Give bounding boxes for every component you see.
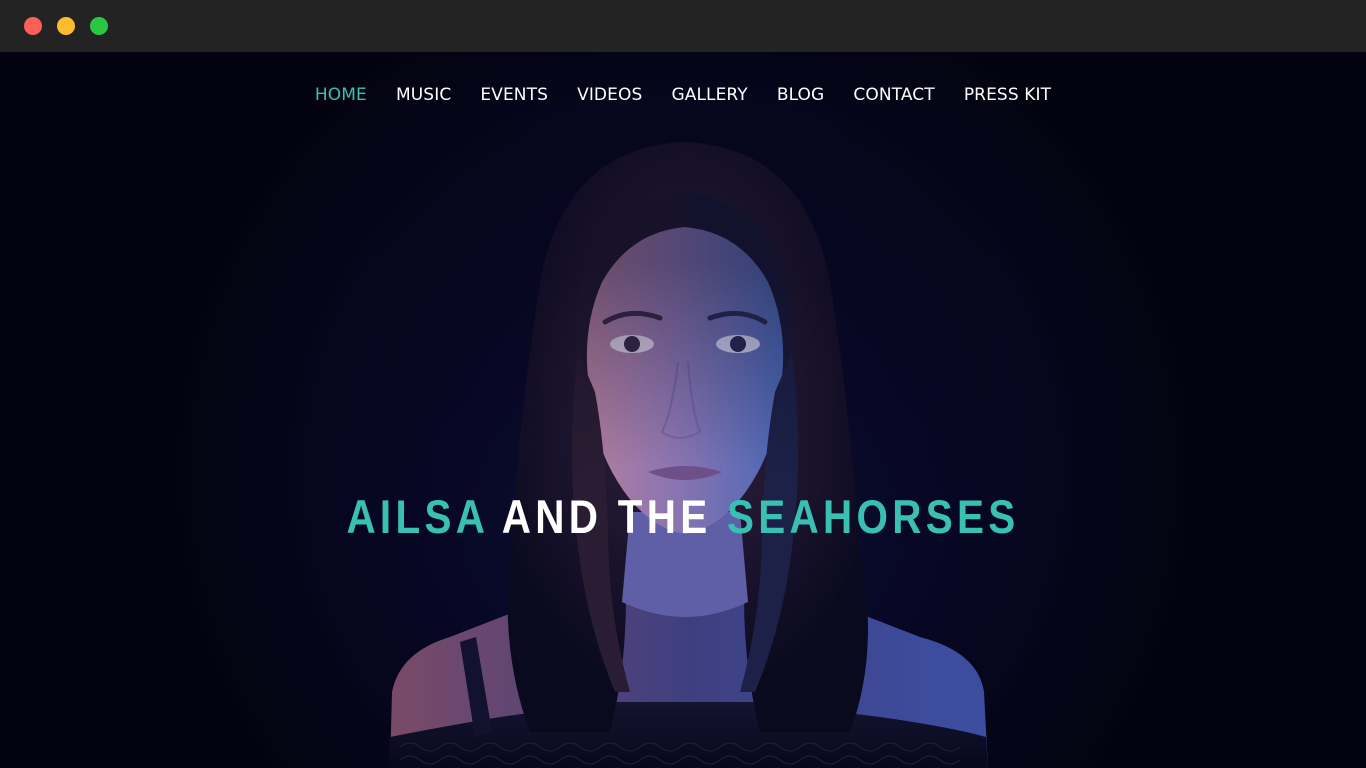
close-window-button[interactable] (24, 17, 42, 35)
browser-window: HOME MUSIC EVENTS VIDEOS GALLERY BLOG CO… (0, 0, 1366, 768)
nav-item-music[interactable]: MUSIC (396, 85, 451, 105)
nav-item-gallery[interactable]: GALLERY (671, 85, 747, 105)
nav-item-press-kit[interactable]: PRESS KIT (964, 85, 1051, 105)
hero-section: HOME MUSIC EVENTS VIDEOS GALLERY BLOG CO… (0, 52, 1366, 768)
hero-title-part3: SEAHORSES (727, 490, 1020, 543)
nav-item-home[interactable]: HOME (315, 85, 367, 105)
nav-item-blog[interactable]: BLOG (777, 85, 824, 105)
maximize-window-button[interactable] (90, 17, 108, 35)
nav-item-videos[interactable]: VIDEOS (577, 85, 642, 105)
window-titlebar (0, 0, 1366, 52)
nav-item-events[interactable]: EVENTS (480, 85, 548, 105)
hero-title-part1: AILSA (346, 490, 488, 543)
hero-title: AILSA AND THE SEAHORSES (96, 489, 1271, 544)
main-nav: HOME MUSIC EVENTS VIDEOS GALLERY BLOG CO… (0, 85, 1366, 105)
minimize-window-button[interactable] (57, 17, 75, 35)
portrait-photo (380, 132, 990, 768)
hero-title-part2: AND THE (487, 490, 728, 543)
nav-item-contact[interactable]: CONTACT (853, 85, 934, 105)
